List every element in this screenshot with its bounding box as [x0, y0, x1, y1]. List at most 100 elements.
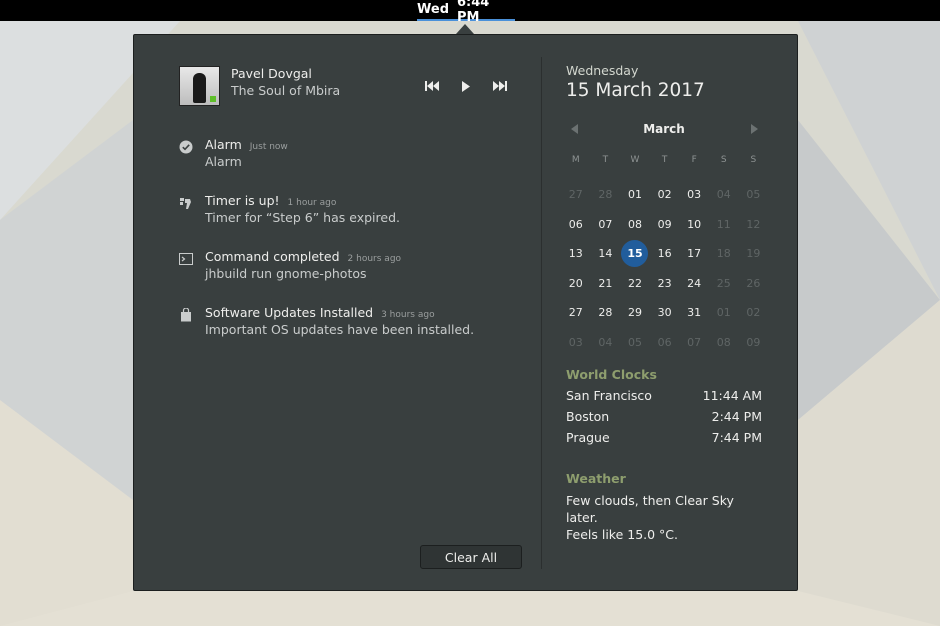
- previous-month-icon[interactable]: [571, 124, 578, 134]
- calendar-day[interactable]: 20: [561, 269, 591, 299]
- panel-divider: [541, 57, 542, 569]
- calendar-day[interactable]: 05: [620, 328, 650, 358]
- notification-time: 2 hours ago: [347, 254, 402, 264]
- calendar-day[interactable]: 29: [620, 298, 650, 328]
- calendar-month: March: [643, 122, 685, 136]
- world-clocks-title[interactable]: World Clocks: [566, 367, 657, 382]
- weather-summary: Few clouds, then Clear Sky later. Feels …: [566, 492, 766, 543]
- notification-calendar-popover: Pavel Dovgal The Soul of Mbira Alarm Just…: [133, 34, 798, 591]
- notification-title: Timer is up! 1 hour ago: [205, 193, 337, 208]
- notification-time: Just now: [249, 142, 288, 152]
- top-bar: Wed 6:44 PM: [0, 0, 940, 25]
- world-clock-city: San Francisco: [566, 388, 652, 403]
- clear-all-button[interactable]: Clear All: [420, 545, 522, 569]
- calendar-week-row: 27 28 29 30 31 01 02: [561, 298, 769, 328]
- calendar-day[interactable]: 03: [561, 328, 591, 358]
- notification-time: 1 hour ago: [287, 198, 337, 208]
- calendar-day[interactable]: 07: [679, 328, 709, 358]
- calendar-day[interactable]: 22: [620, 269, 650, 299]
- weather-line: Feels like 15.0 °C.: [566, 527, 679, 542]
- weekday-header: M: [571, 155, 580, 165]
- calendar-day[interactable]: 02: [650, 180, 680, 210]
- calendar-day[interactable]: 28: [591, 298, 621, 328]
- calendar-day[interactable]: 04: [591, 328, 621, 358]
- notification-body: Alarm: [205, 154, 242, 169]
- calendar-day[interactable]: 25: [709, 269, 739, 299]
- media-artist: Pavel Dovgal: [231, 66, 312, 81]
- calendar-day[interactable]: 17: [679, 239, 709, 269]
- timer-icon: [179, 195, 193, 209]
- weekday-header: T: [602, 155, 609, 165]
- calendar-day[interactable]: 03: [679, 180, 709, 210]
- calendar-day[interactable]: 14: [591, 239, 621, 269]
- calendar-week-row: 27 28 01 02 03 04 05: [561, 180, 769, 210]
- calendar-day[interactable]: 27: [561, 298, 591, 328]
- calendar-day[interactable]: 24: [679, 269, 709, 299]
- calendar-week-row: 13 14 15 16 17 18 19: [561, 239, 769, 269]
- album-art: [179, 66, 220, 106]
- media-title: The Soul of Mbira: [231, 83, 341, 98]
- calendar-day[interactable]: 30: [650, 298, 680, 328]
- calendar-day[interactable]: 18: [709, 239, 739, 269]
- calendar-day[interactable]: 09: [650, 210, 680, 240]
- calendar-day[interactable]: 09: [739, 328, 769, 358]
- calendar-day[interactable]: 26: [739, 269, 769, 299]
- notification-time: 3 hours ago: [381, 310, 435, 320]
- notification-title: Command completed 2 hours ago: [205, 249, 402, 264]
- calendar-week-row: 03 04 05 06 07 08 09: [561, 328, 769, 358]
- weekday-header: T: [661, 155, 668, 165]
- notification-title: Alarm Just now: [205, 137, 288, 152]
- calendar-day[interactable]: 10: [679, 210, 709, 240]
- check-circle-icon: [179, 139, 193, 154]
- calendar-day[interactable]: 08: [620, 210, 650, 240]
- calendar-day[interactable]: 02: [739, 298, 769, 328]
- world-clock-time: 11:44 AM: [702, 388, 762, 403]
- calendar-day[interactable]: 16: [650, 239, 680, 269]
- notification-body: Timer for “Step 6” has expired.: [205, 210, 400, 225]
- world-clock-time: 2:44 PM: [711, 409, 762, 424]
- play-icon[interactable]: [461, 79, 471, 93]
- notification-body: Important OS updates have been installed…: [205, 322, 475, 337]
- calendar-grid: MTWTFSS 27 28 01 02 03 04 05 06 07 08 09 10 11 12 13 14…: [561, 151, 769, 358]
- calendar-day[interactable]: 06: [650, 328, 680, 358]
- calendar-day[interactable]: 28: [591, 180, 621, 210]
- calendar-day[interactable]: 06: [561, 210, 591, 240]
- calendar-weekday-header: MTWTFSS: [561, 151, 769, 169]
- calendar-day[interactable]: 27: [561, 180, 591, 210]
- world-clock-row: San Francisco 11:44 AM: [566, 388, 762, 406]
- weather-line: Few clouds, then Clear Sky later.: [566, 493, 734, 525]
- calendar-day[interactable]: 08: [709, 328, 739, 358]
- weather-title[interactable]: Weather: [566, 471, 626, 486]
- calendar-day[interactable]: 12: [739, 210, 769, 240]
- next-month-icon[interactable]: [751, 124, 758, 134]
- world-clock-row: Prague 7:44 PM: [566, 430, 762, 448]
- calendar-week-row: 06 07 08 09 10 11 12: [561, 210, 769, 240]
- calendar-day[interactable]: 01: [709, 298, 739, 328]
- world-clock-row: Boston 2:44 PM: [566, 409, 762, 427]
- notification-body: jhbuild run gnome-photos: [205, 266, 367, 281]
- calendar-day[interactable]: 07: [591, 210, 621, 240]
- calendar-date: 15 March 2017: [566, 80, 705, 101]
- calendar-day[interactable]: 11: [709, 210, 739, 240]
- calendar-weekday: Wednesday: [566, 63, 639, 78]
- clock-day: Wed: [417, 2, 449, 17]
- calendar-day[interactable]: 23: [650, 269, 680, 299]
- weekday-header: S: [750, 155, 757, 165]
- calendar-day[interactable]: 05: [739, 180, 769, 210]
- package-icon: [179, 307, 193, 322]
- calendar-day[interactable]: 19: [739, 239, 769, 269]
- weekday-header: W: [630, 155, 640, 165]
- calendar-day[interactable]: 13: [561, 239, 591, 269]
- calendar-day[interactable]: 04: [709, 180, 739, 210]
- clock-menu-button[interactable]: Wed 6:44 PM: [417, 0, 515, 25]
- world-clock-city: Boston: [566, 409, 610, 424]
- calendar-day[interactable]: 01: [620, 180, 650, 210]
- next-track-icon[interactable]: [493, 79, 507, 93]
- calendar-day[interactable]: 21: [591, 269, 621, 299]
- calendar-week-row: 20 21 22 23 24 25 26: [561, 269, 769, 299]
- calendar-day[interactable]: 31: [679, 298, 709, 328]
- world-clock-time: 7:44 PM: [711, 430, 762, 445]
- calendar-day-today[interactable]: 15: [620, 239, 650, 269]
- previous-track-icon[interactable]: [425, 79, 439, 93]
- weekday-header: S: [720, 155, 727, 165]
